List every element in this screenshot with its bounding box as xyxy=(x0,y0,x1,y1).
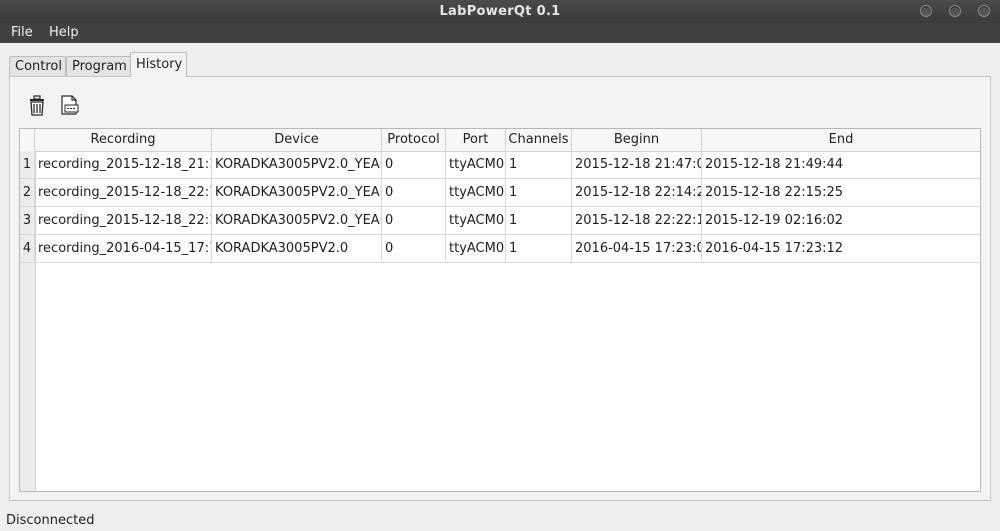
column-header-recording[interactable]: Recording xyxy=(35,129,212,151)
cell-port[interactable]: ttyACM0 xyxy=(446,179,506,207)
tab-control[interactable]: Control xyxy=(9,56,66,76)
export-csv-icon[interactable] xyxy=(58,94,80,116)
cell-beginn[interactable]: 2015-12-18 21:47:05 xyxy=(572,151,702,179)
close-button[interactable] xyxy=(978,5,990,17)
cell-beginn[interactable]: 2015-12-18 22:14:21 xyxy=(572,179,702,207)
cell-protocol[interactable]: 0 xyxy=(382,179,446,207)
cell-end[interactable]: 2015-12-19 02:16:02 xyxy=(702,207,980,235)
corner-header[interactable] xyxy=(20,129,35,151)
cell-device[interactable]: KORADKA3005PV2.0 xyxy=(212,235,382,263)
cell-channels[interactable]: 1 xyxy=(506,207,572,235)
table-row[interactable]: 3 recording_2015-12-18_22:12 KORADKA3005… xyxy=(20,207,980,235)
cell-device[interactable]: KORADKA3005PV2.0_YEAH xyxy=(212,151,382,179)
table-row[interactable]: 2 recording_2015-12-18_22:12 KORADKA3005… xyxy=(20,179,980,207)
cell-protocol[interactable]: 0 xyxy=(382,207,446,235)
cell-recording[interactable]: recording_2016-04-15_17:15 xyxy=(35,235,212,263)
column-header-port[interactable]: Port xyxy=(446,129,506,151)
status-text: Disconnected xyxy=(6,513,95,528)
menu-file[interactable]: File xyxy=(11,25,33,40)
cell-protocol[interactable]: 0 xyxy=(382,235,446,263)
minimize-button[interactable] xyxy=(920,5,932,17)
cell-recording[interactable]: recording_2015-12-18_22:12 xyxy=(35,207,212,235)
column-header-protocol[interactable]: Protocol xyxy=(382,129,446,151)
table-header: Recording Device Protocol Port Channels … xyxy=(20,129,980,152)
cell-end[interactable]: 2015-12-18 21:49:44 xyxy=(702,151,980,179)
column-header-end[interactable]: End xyxy=(702,129,980,151)
title-bar: LabPowerQt 0.1 xyxy=(0,0,1000,23)
cell-device[interactable]: KORADKA3005PV2.0_YEAH xyxy=(212,207,382,235)
menu-help[interactable]: Help xyxy=(49,25,79,40)
column-header-beginn[interactable]: Beginn xyxy=(572,129,702,151)
cell-end[interactable]: 2016-04-15 17:23:12 xyxy=(702,235,980,263)
cell-recording[interactable]: recording_2015-12-18_22:12 xyxy=(35,179,212,207)
cell-beginn[interactable]: 2015-12-18 22:22:11 xyxy=(572,207,702,235)
maximize-button[interactable] xyxy=(949,5,961,17)
cell-port[interactable]: ttyACM0 xyxy=(446,207,506,235)
cell-port[interactable]: ttyACM0 xyxy=(446,235,506,263)
cell-device[interactable]: KORADKA3005PV2.0_YEAH xyxy=(212,179,382,207)
cell-port[interactable]: ttyACM0 xyxy=(446,151,506,179)
cell-channels[interactable]: 1 xyxy=(506,179,572,207)
column-header-channels[interactable]: Channels xyxy=(506,129,572,151)
row-number[interactable]: 1 xyxy=(20,151,35,179)
history-table[interactable]: Recording Device Protocol Port Channels … xyxy=(19,128,981,492)
tab-history[interactable]: History xyxy=(130,52,187,77)
cell-end[interactable]: 2015-12-18 22:15:25 xyxy=(702,179,980,207)
cell-channels[interactable]: 1 xyxy=(506,151,572,179)
menu-bar: File Help xyxy=(0,23,1000,43)
cell-protocol[interactable]: 0 xyxy=(382,151,446,179)
table-row[interactable]: 4 recording_2016-04-15_17:15 KORADKA3005… xyxy=(20,235,980,263)
window-title: LabPowerQt 0.1 xyxy=(439,4,561,19)
cell-recording[interactable]: recording_2015-12-18_21:12 xyxy=(35,151,212,179)
column-header-device[interactable]: Device xyxy=(212,129,382,151)
tab-program[interactable]: Program xyxy=(66,56,131,76)
table-row[interactable]: 1 recording_2015-12-18_21:12 KORADKA3005… xyxy=(20,151,980,179)
cell-beginn[interactable]: 2016-04-15 17:23:00 xyxy=(572,235,702,263)
row-number[interactable]: 2 xyxy=(20,179,35,207)
row-number[interactable]: 4 xyxy=(20,235,35,263)
cell-channels[interactable]: 1 xyxy=(506,235,572,263)
trash-icon[interactable] xyxy=(26,94,48,116)
row-number[interactable]: 3 xyxy=(20,207,35,235)
